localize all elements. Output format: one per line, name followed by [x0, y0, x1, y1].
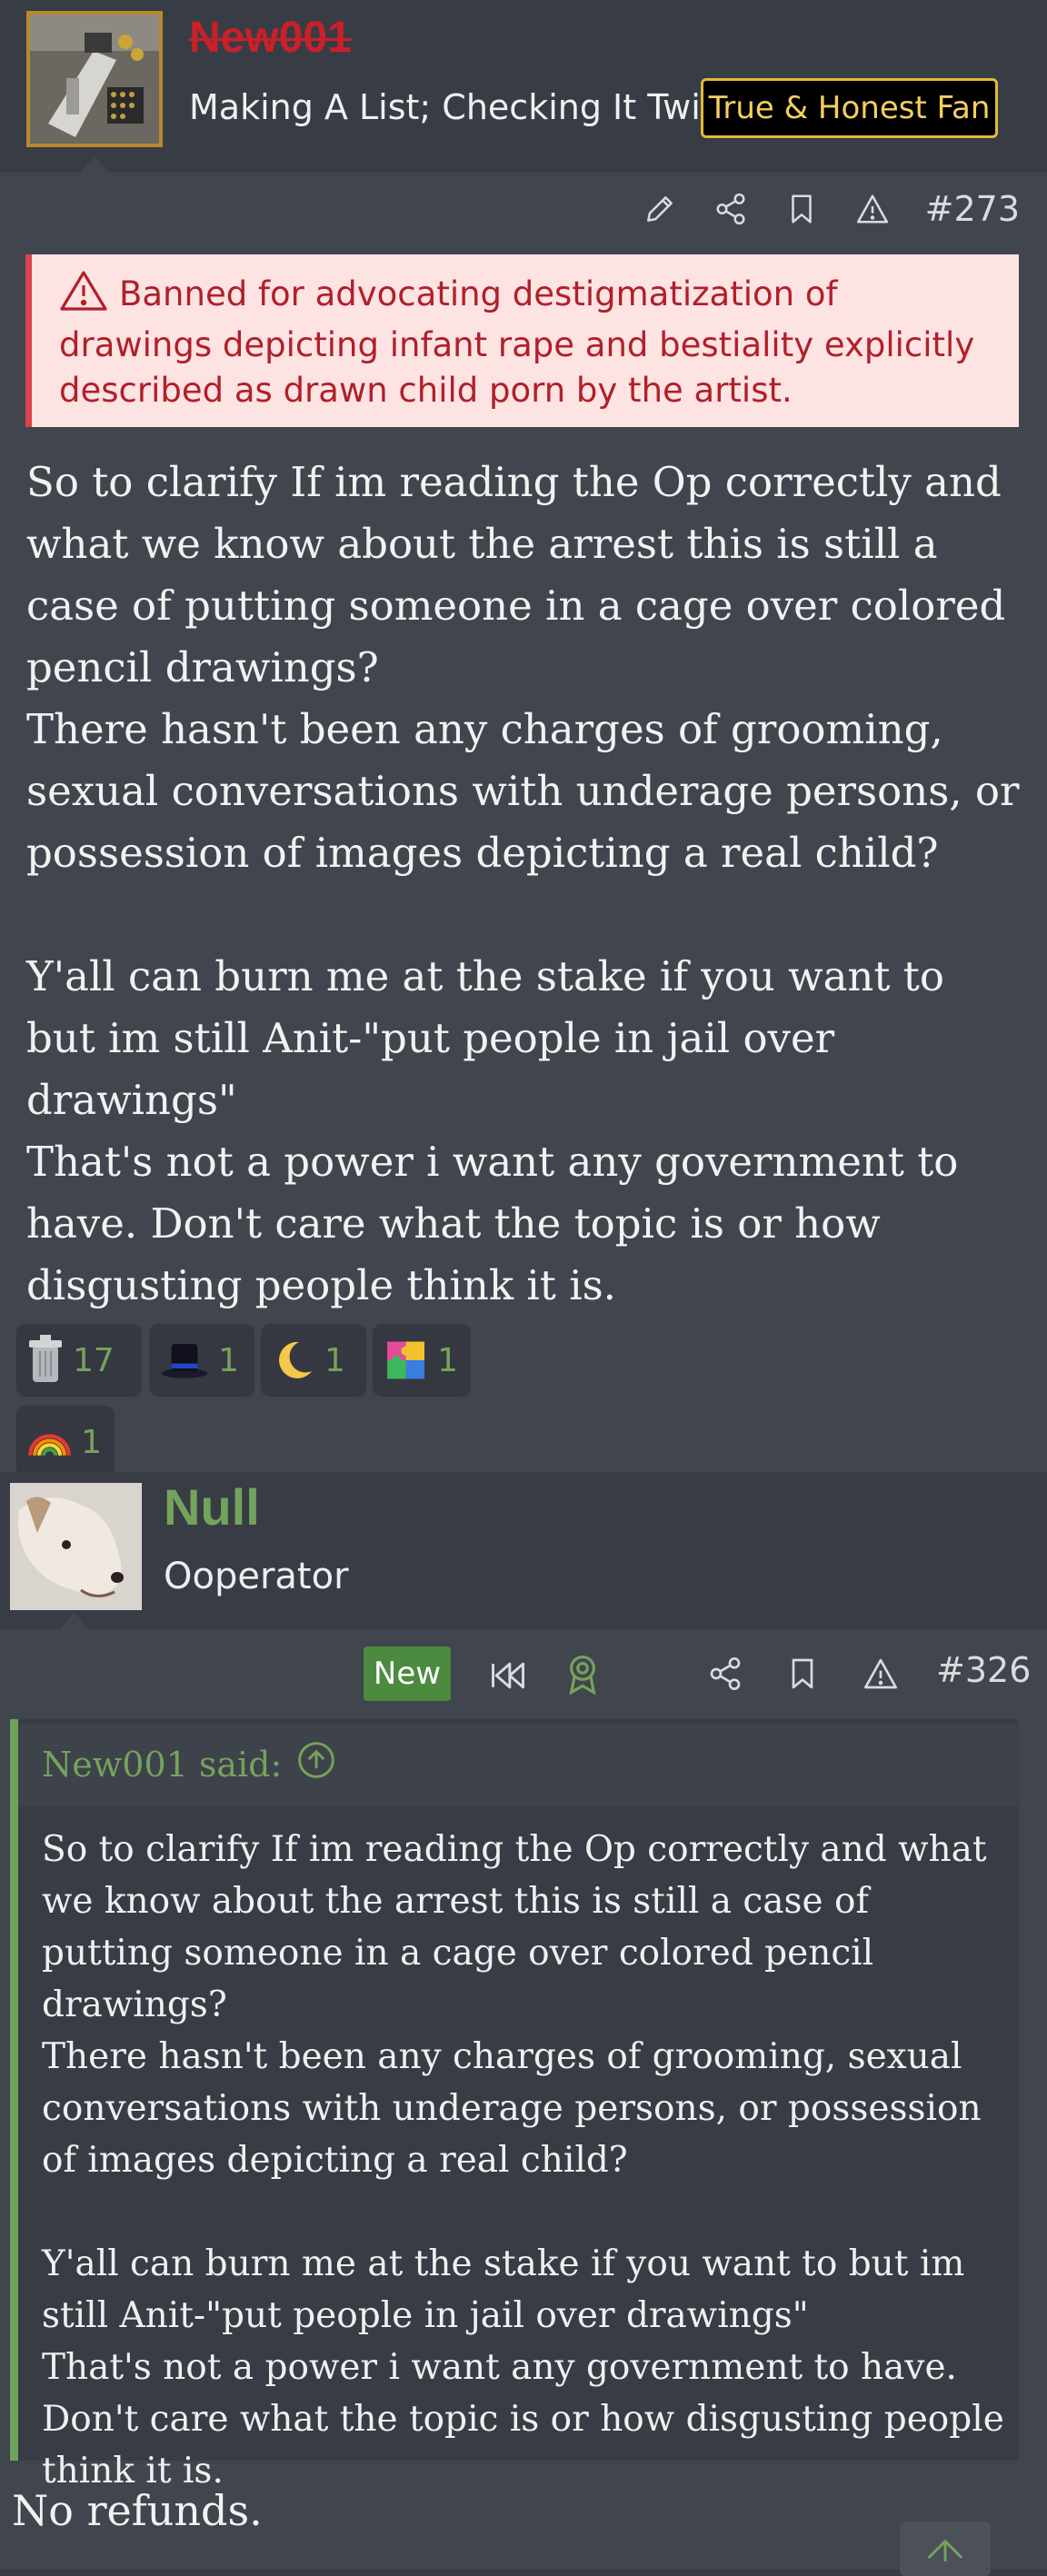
- bookmark-icon[interactable]: [784, 1656, 821, 1696]
- avatar-image: [30, 15, 159, 144]
- post-message: So to clarify If im reading the Op corre…: [26, 458, 1020, 1309]
- username[interactable]: New001: [189, 13, 352, 63]
- puzzle-piece-icon: [387, 1341, 425, 1379]
- user-arrow: [80, 156, 109, 173]
- share-icon[interactable]: [713, 191, 749, 227]
- jump-to-quote-icon[interactable]: [296, 1740, 336, 1788]
- rewind-icon[interactable]: [488, 1656, 528, 1699]
- crescent-moon-icon: [279, 1341, 312, 1378]
- quote-author: New001 said:: [42, 1744, 283, 1785]
- award-icon[interactable]: [563, 1654, 603, 1699]
- arrow-up-icon: [927, 2539, 963, 2561]
- reaction-top-hat[interactable]: 1: [149, 1324, 254, 1397]
- post-number[interactable]: #273: [925, 189, 1020, 229]
- reaction-moon[interactable]: 1: [261, 1324, 366, 1397]
- new-badge: New: [364, 1646, 451, 1701]
- rainbow-icon: [28, 1434, 71, 1457]
- ban-notice: Banned for advocating destigmatization o…: [25, 254, 1019, 427]
- user-banner: True & Honest Fan: [701, 78, 998, 138]
- reaction-trash-can[interactable]: 17: [16, 1324, 142, 1397]
- user-title: Ooperator: [164, 1556, 349, 1597]
- user-title: Making A List; Checking It Twice: [189, 87, 742, 127]
- warning-icon: [59, 271, 108, 323]
- post-number[interactable]: #326: [936, 1650, 1031, 1690]
- scroll-to-top-button[interactable]: [900, 2521, 991, 2576]
- edit-pencil-icon[interactable]: [642, 191, 678, 227]
- ban-notice-text: Banned for advocating destigmatization o…: [59, 274, 975, 410]
- report-warning-icon[interactable]: [863, 1656, 899, 1696]
- reaction-rainbow[interactable]: 1: [16, 1406, 115, 1478]
- username[interactable]: Null: [164, 1477, 260, 1537]
- reaction-count: 1: [81, 1423, 102, 1461]
- reaction-count: 1: [218, 1341, 239, 1379]
- avatar-image: [10, 1483, 142, 1610]
- user-arrow: [60, 1613, 89, 1629]
- quote-author-link[interactable]: New001 said:: [42, 1740, 336, 1788]
- reaction-puzzle[interactable]: 1: [373, 1324, 471, 1397]
- report-warning-icon[interactable]: [854, 191, 891, 227]
- reaction-count: 17: [73, 1341, 115, 1379]
- reaction-count: 1: [437, 1341, 458, 1379]
- bookmark-icon[interactable]: [783, 191, 820, 227]
- share-icon[interactable]: [707, 1656, 743, 1696]
- post-2-user-header: [0, 1472, 1047, 1628]
- trash-can-icon: [29, 1335, 62, 1382]
- reaction-count: 1: [324, 1341, 345, 1379]
- post-message: No refunds.: [12, 2486, 263, 2535]
- top-hat-icon: [161, 1344, 208, 1378]
- quote-text: So to clarify If im reading the Op corre…: [42, 1829, 1004, 2491]
- avatar[interactable]: [10, 1483, 142, 1610]
- post-actions: #273: [642, 182, 1020, 236]
- avatar[interactable]: [26, 11, 163, 147]
